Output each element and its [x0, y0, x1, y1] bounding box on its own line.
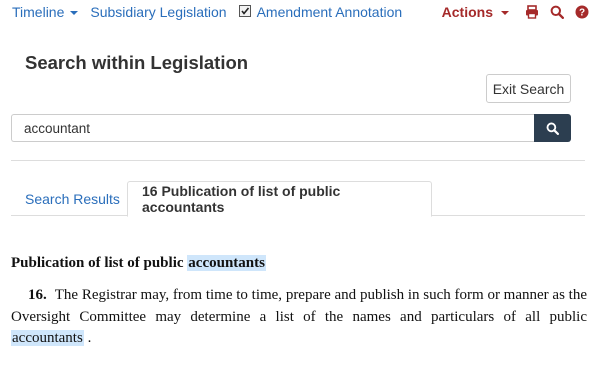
search-input[interactable] [11, 114, 534, 142]
search-bar [11, 114, 571, 142]
search-submit-button[interactable] [534, 114, 571, 142]
actions-label: Actions [441, 4, 493, 20]
toolbar-left: Timeline Subsidiary Legislation Amendmen… [12, 4, 402, 20]
caret-down-icon [501, 10, 509, 15]
check-icon [240, 7, 249, 15]
caret-down-icon [70, 10, 79, 15]
amendment-label: Amendment Annotation [256, 4, 403, 20]
search-icon [546, 122, 559, 135]
section-heading: Publication of list of public accountant… [11, 255, 266, 272]
exit-search-button[interactable]: Exit Search [486, 74, 571, 103]
tab-search-results[interactable]: Search Results [11, 181, 134, 216]
tab-bar: Search Results 16 Publication of list of… [11, 181, 585, 217]
heading-text: Publication of list of public [11, 255, 188, 271]
paragraph-text: The Registrar may, from time to time, pr… [11, 287, 587, 325]
timeline-dropdown[interactable]: Timeline [12, 4, 79, 20]
toolbar-right: Actions ? [442, 4, 589, 20]
tab-section-16[interactable]: 16 Publication of list of public account… [127, 181, 432, 217]
section-paragraph: 16. The Registrar may, from time to time,… [11, 285, 587, 350]
actions-dropdown[interactable]: Actions [442, 4, 509, 20]
search-highlight: accountants [11, 330, 84, 346]
amendment-checkbox[interactable] [238, 5, 251, 17]
section-number: 16. [28, 287, 47, 303]
print-icon[interactable] [525, 5, 539, 19]
amendment-annotation-toggle[interactable]: Amendment Annotation [238, 4, 403, 20]
search-title: Search within Legislation [25, 52, 249, 73]
timeline-label: Timeline [12, 4, 65, 20]
search-icon[interactable] [550, 5, 564, 19]
divider [11, 160, 585, 161]
paragraph-suffix: . [83, 330, 92, 346]
svg-text:?: ? [579, 8, 585, 19]
search-highlight: accountants [187, 255, 266, 271]
subsidiary-legislation-link[interactable]: Subsidiary Legislation [90, 4, 226, 20]
help-icon[interactable]: ? [575, 5, 589, 19]
top-toolbar: Timeline Subsidiary Legislation Amendmen… [0, 0, 599, 26]
